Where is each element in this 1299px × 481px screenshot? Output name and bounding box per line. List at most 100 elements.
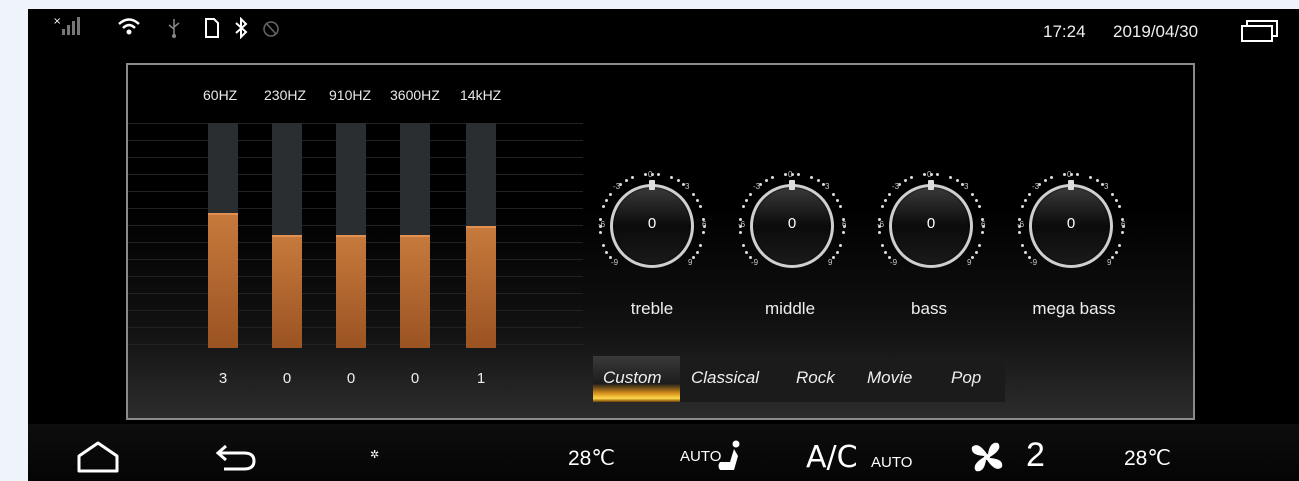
- knob-indicator: [789, 180, 795, 190]
- clock-date: 2019/04/30: [1113, 22, 1199, 41]
- fan-icon[interactable]: [970, 441, 1004, 478]
- preset-bar: Custom Classical Rock Movie Pop: [593, 356, 1005, 402]
- knob-scale-dot: [974, 198, 978, 202]
- eq-band-slider[interactable]: [336, 123, 366, 348]
- knob-scale-dot: [745, 198, 749, 202]
- eq-band-frequency: 60HZ: [203, 87, 238, 103]
- knob-scale-dot: [745, 250, 749, 254]
- knob-indicator: [1068, 180, 1074, 190]
- knob-scale-dot: [1089, 176, 1093, 180]
- eq-band-slider[interactable]: [466, 123, 496, 348]
- head-unit-screen: × 17:24 2019/04/30 60HZ 3 230HZ 0 910HZ 0 3600…: [28, 9, 1299, 481]
- knob-label: bass: [911, 299, 947, 318]
- signal-off-icon: ×: [53, 15, 87, 43]
- knob-scale-dot: [770, 176, 774, 180]
- knob-scale-dot: [602, 204, 606, 208]
- seat-heat-icon[interactable]: [716, 440, 744, 479]
- gps-icon: [261, 17, 281, 45]
- knob-scale-label: 9: [828, 258, 833, 267]
- knob-scale-dot: [884, 198, 888, 202]
- tone-knob[interactable]: 0 -3 3 -6 6 -9 9 0: [734, 168, 854, 288]
- knob-scale-dot: [810, 176, 814, 180]
- knob-scale-dot: [949, 176, 953, 180]
- knob-scale-dot: [1024, 250, 1028, 254]
- eq-band-frequency: 230HZ: [264, 87, 307, 103]
- knob-scale-dot: [884, 250, 888, 254]
- svg-text:✲: ✲: [370, 448, 379, 461]
- knob-label: treble: [630, 299, 674, 318]
- knob-scale-dot: [1076, 172, 1080, 176]
- status-bar: × 17:24 2019/04/30: [28, 9, 1299, 53]
- knob-scale-dot: [888, 192, 892, 196]
- knob-scale-dot: [676, 179, 680, 183]
- knob-scale-label: 0: [1067, 170, 1072, 179]
- knob-scale-dot: [691, 192, 695, 196]
- knob-scale-dot: [624, 179, 628, 183]
- preset-rock[interactable]: Rock: [796, 368, 835, 388]
- preset-custom[interactable]: Custom: [603, 368, 662, 388]
- eq-band-slider[interactable]: [400, 123, 430, 348]
- knob-scale-dot: [749, 192, 753, 196]
- preset-pop[interactable]: Pop: [951, 368, 981, 388]
- knob-scale-label: -3: [1032, 182, 1040, 191]
- knob-scale-dot: [1028, 192, 1032, 196]
- knob-scale-label: 3: [964, 182, 969, 191]
- ac-mode: AUTO: [871, 454, 913, 471]
- knob-scale-dot: [922, 172, 926, 176]
- knob-scale-dot: [936, 172, 940, 176]
- knob-scale-dot: [970, 192, 974, 196]
- eq-band-frequency: 14kHZ: [460, 87, 502, 103]
- knob-scale-dot: [1024, 198, 1028, 202]
- eq-band-value: 3: [218, 370, 228, 387]
- knob-scale-dot: [977, 244, 981, 248]
- knob-scale-label: 3: [685, 182, 690, 191]
- knob-scale-dot: [1095, 179, 1099, 183]
- night-mode-icon[interactable]: ✲: [354, 438, 384, 477]
- svg-text:×: ×: [53, 16, 61, 27]
- preset-classical[interactable]: Classical: [691, 368, 759, 388]
- knob-scale-label: 0: [648, 170, 653, 179]
- eq-band-frequency: 3600HZ: [390, 87, 440, 103]
- knob-scale-dot: [881, 244, 885, 248]
- knob-scale-label: 0: [927, 170, 932, 179]
- eq-band-value: 0: [282, 370, 292, 387]
- eq-band-frequency: 910HZ: [329, 87, 372, 103]
- knob-value: 0: [1066, 215, 1076, 232]
- knob-scale-label: -9: [611, 258, 619, 267]
- bluetooth-icon: [234, 16, 248, 45]
- eq-band-level-fill: [272, 235, 302, 348]
- knob-scale-label: -9: [890, 258, 898, 267]
- knob-scale-dot: [670, 176, 674, 180]
- knob-indicator: [649, 180, 655, 190]
- home-icon[interactable]: [76, 440, 120, 479]
- ac-label[interactable]: A/C: [806, 440, 858, 475]
- eq-band-slider[interactable]: [208, 123, 238, 348]
- preset-movie[interactable]: Movie: [867, 368, 912, 388]
- temperature-left[interactable]: 28℃: [568, 446, 615, 471]
- knob-scale-dot: [1117, 204, 1121, 208]
- knob-scale-dot: [783, 172, 787, 176]
- temperature-right[interactable]: 28℃: [1124, 446, 1171, 471]
- knob-scale-dot: [1117, 244, 1121, 248]
- knob-scale-dot: [742, 204, 746, 208]
- knob-scale-label: -9: [1030, 258, 1038, 267]
- fan-speed: 2: [1026, 436, 1045, 474]
- tone-knob[interactable]: 0 -3 3 -6 6 -9 9 0: [594, 168, 714, 288]
- sd-card-icon: [204, 17, 220, 45]
- knob-scale-label: 9: [1107, 258, 1112, 267]
- tone-knob[interactable]: 0 -3 3 -6 6 -9 9 0: [873, 168, 993, 288]
- recent-apps-icon[interactable]: [1238, 19, 1278, 49]
- knob-scale-dot: [742, 244, 746, 248]
- back-icon[interactable]: [214, 442, 258, 477]
- knob-scale-dot: [1114, 198, 1118, 202]
- knob-scale-dot: [630, 176, 634, 180]
- knob-scale-label: -3: [753, 182, 761, 191]
- knob-scale-label: 9: [688, 258, 693, 267]
- tone-knob[interactable]: 0 -3 3 -6 6 -9 9 0: [1013, 168, 1133, 288]
- knob-scale-dot: [1110, 192, 1114, 196]
- eq-band-slider[interactable]: [272, 123, 302, 348]
- knob-value: 0: [647, 215, 657, 232]
- knob-scale-dot: [831, 192, 835, 196]
- knob-scale-dot: [909, 176, 913, 180]
- knob-scale-dot: [657, 172, 661, 176]
